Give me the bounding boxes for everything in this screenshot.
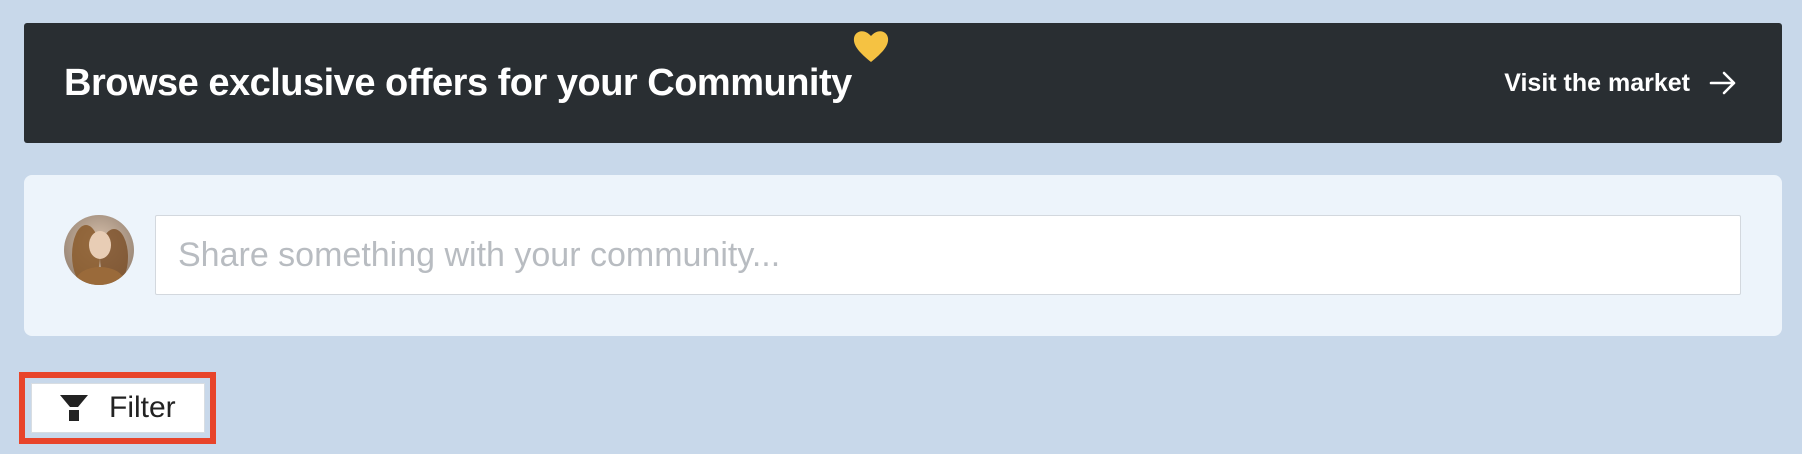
visit-market-label: Visit the market (1504, 68, 1690, 97)
heart-icon (853, 30, 888, 62)
arrow-right-icon (1709, 71, 1736, 95)
avatar[interactable] (64, 215, 134, 285)
visit-market-link[interactable]: Visit the market (1504, 69, 1738, 98)
filter-label: Filter (109, 391, 176, 424)
funnel-icon (60, 395, 88, 421)
market-banner: Browse exclusive offers for your Communi… (24, 23, 1782, 143)
share-post-input[interactable] (155, 215, 1741, 295)
avatar-image (64, 215, 134, 285)
filter-button[interactable]: Filter (31, 383, 205, 433)
banner-title: Browse exclusive offers for your Communi… (64, 61, 852, 104)
post-composer (24, 175, 1782, 336)
banner-title-wrap: Browse exclusive offers for your Communi… (64, 30, 888, 105)
